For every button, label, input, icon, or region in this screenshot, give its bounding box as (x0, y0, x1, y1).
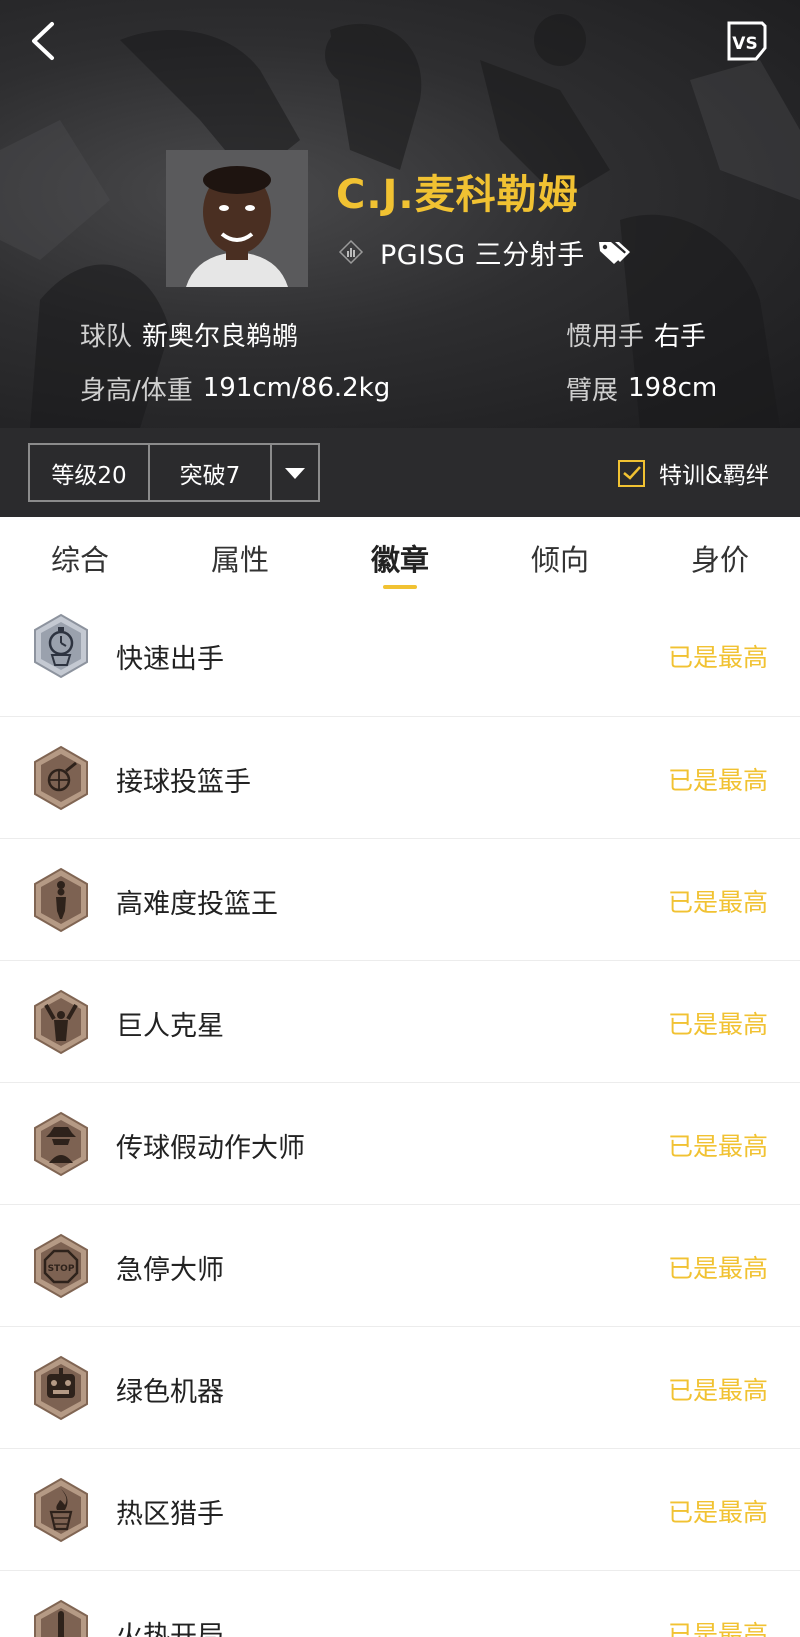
badge-row[interactable]: 火热开局 已是最高 (0, 1571, 800, 1637)
player-portrait-icon (166, 150, 308, 287)
level-bar: 等级20 突破7 特训&羁绊 (0, 428, 800, 517)
catch-shoot-icon (34, 745, 88, 811)
badge-row[interactable]: 高难度投篮王 已是最高 (0, 839, 800, 961)
stopwatch-hoop-icon (34, 613, 88, 679)
player-header: VS C.J.麦科勒姆 PGISG 三分射手 球队 新奥尔良鹈鹕 惯用手 右手 … (0, 0, 800, 428)
tab-tendencies[interactable]: 倾向 (480, 537, 640, 579)
wingspan-info: 臂展 198cm (566, 373, 718, 406)
checkmark-icon (622, 466, 641, 480)
badge-row[interactable]: 绿色机器 已是最高 (0, 1327, 800, 1449)
tab-badges[interactable]: 徽章 (320, 537, 480, 579)
tag-icon[interactable] (597, 238, 631, 266)
position-text: PGISG 三分射手 (380, 239, 585, 271)
badge-row[interactable]: 接球投篮手 已是最高 (0, 717, 800, 839)
spy-hat-icon (34, 1111, 88, 1177)
caret-down-icon (285, 467, 305, 479)
fadeaway-shooter-icon (34, 867, 88, 933)
level-dropdown-button[interactable] (270, 443, 320, 502)
tab-bar: 综合 属性 徽章 倾向 身价 (0, 517, 800, 595)
badge-row[interactable]: 热区猎手 已是最高 (0, 1449, 800, 1571)
back-button[interactable] (24, 18, 64, 64)
player-avatar (166, 150, 308, 287)
giant-slayer-icon (34, 989, 88, 1055)
tab-attributes[interactable]: 属性 (160, 537, 320, 579)
svg-text:STOP: STOP (48, 1264, 75, 1274)
badge-row[interactable]: 巨人克星 已是最高 (0, 961, 800, 1083)
active-tab-indicator (383, 585, 417, 589)
svg-text:VS: VS (732, 34, 757, 54)
player-name: C.J.麦科勒姆 (336, 172, 579, 218)
position-diamond-icon (338, 239, 364, 265)
compare-vs-button[interactable]: VS (726, 20, 768, 62)
tab-value[interactable]: 身价 (640, 537, 800, 579)
badge-row[interactable]: STOP 急停大师 已是最高 (0, 1205, 800, 1327)
tab-overview[interactable]: 综合 (0, 537, 160, 579)
stop-sign-icon: STOP (34, 1233, 88, 1299)
team-info: 球队 新奥尔良鹈鹕 (80, 321, 299, 352)
vs-compare-icon: VS (727, 21, 767, 61)
chevron-left-icon (32, 22, 54, 60)
level-selector[interactable]: 等级20 (28, 443, 150, 502)
height-weight-info: 身高/体重 191cm/86.2kg (80, 373, 391, 406)
hand-info: 惯用手 右手 (566, 321, 707, 352)
badge-row[interactable]: 传球假动作大师 已是最高 (0, 1083, 800, 1205)
thermometer-icon (34, 1599, 88, 1637)
badge-row[interactable]: 快速出手 已是最高 (0, 595, 800, 717)
robot-icon (34, 1355, 88, 1421)
training-checkbox[interactable]: 特训&羁绊 (618, 456, 769, 490)
breakthrough-selector[interactable]: 突破7 (148, 443, 272, 502)
flame-hoop-icon (34, 1477, 88, 1543)
position-row: PGISG 三分射手 (338, 234, 631, 271)
checkbox-box (618, 459, 645, 487)
